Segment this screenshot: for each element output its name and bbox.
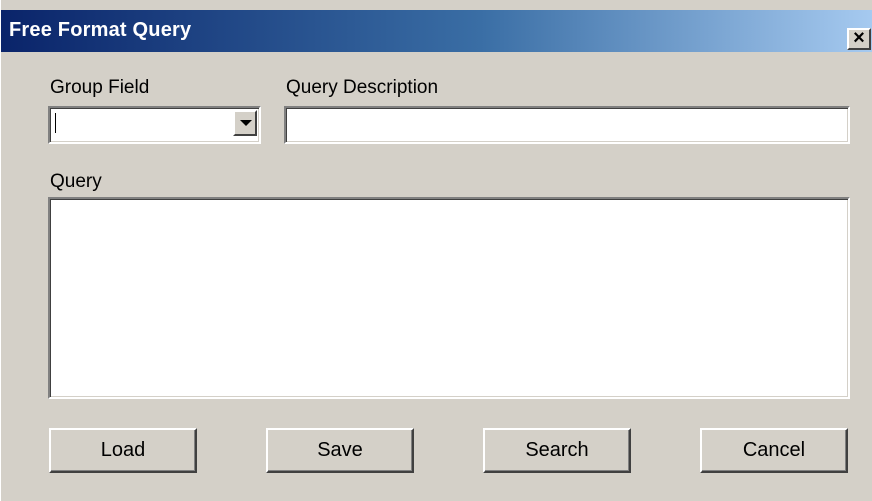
cancel-button[interactable]: Cancel: [700, 428, 848, 473]
load-button[interactable]: Load: [49, 428, 197, 473]
text-caret: [55, 113, 56, 133]
close-icon: ×: [853, 27, 865, 49]
group-field-combobox[interactable]: [48, 106, 261, 144]
title-bar[interactable]: Free Format Query ×: [1, 10, 872, 52]
window-title: Free Format Query: [9, 19, 192, 41]
free-format-query-window: Free Format Query × Group Field Query De…: [0, 0, 872, 501]
query-label: Query: [50, 171, 102, 192]
query-description-input[interactable]: [284, 106, 850, 144]
query-description-label: Query Description: [286, 77, 439, 98]
save-button[interactable]: Save: [266, 428, 414, 473]
close-button[interactable]: ×: [847, 28, 871, 50]
group-field-dropdown-button[interactable]: [233, 110, 257, 136]
search-button[interactable]: Search: [483, 428, 631, 473]
group-field-label: Group Field: [50, 77, 150, 98]
chevron-down-icon: [240, 120, 252, 126]
query-textarea[interactable]: [48, 197, 850, 399]
